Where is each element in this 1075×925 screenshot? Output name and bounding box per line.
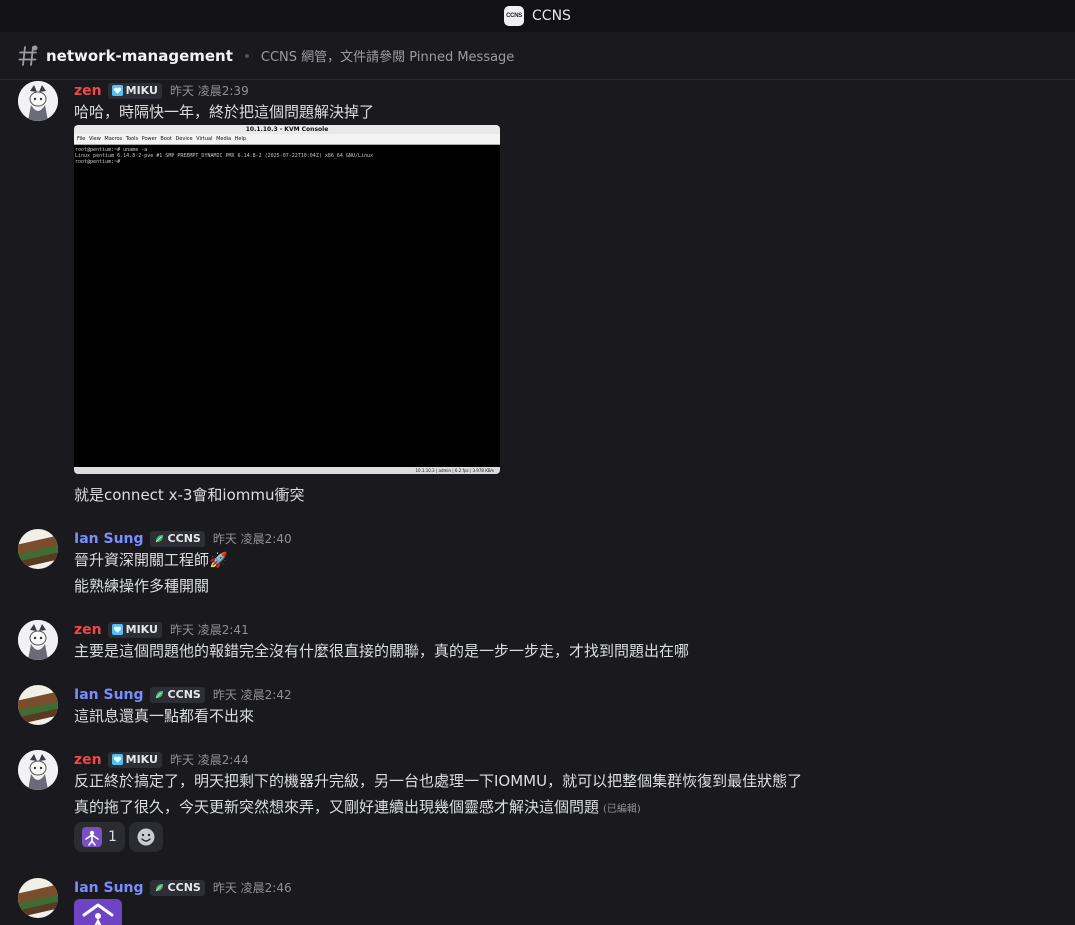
reaction-button[interactable]: 1 [74,822,125,852]
message-text: 能熟練操作多種開關 [74,577,210,595]
username[interactable]: zen [74,752,102,768]
channel-name[interactable]: network-management [46,47,233,65]
message-header: Ian Sung CCNS 昨天 凌晨2:46 [74,879,292,896]
avatar[interactable] [18,529,58,569]
leaf-tag-icon [155,534,163,543]
message-text: 哈哈，時隔快一年，終於把這個問題解決掉了 [74,103,375,121]
avatar[interactable] [18,750,58,790]
timestamp[interactable]: 昨天 凌晨2:46 [213,879,292,896]
username[interactable]: Ian Sung [74,531,144,547]
avatar-zen-icon [18,750,58,790]
server-name: CCNS [532,8,571,24]
reaction-count: 1 [108,829,117,845]
server-tag[interactable]: CCNS [149,686,205,703]
leaf-tag-icon [155,883,163,892]
message-header: zen MIKU 昨天 凌晨2:39 [74,82,249,99]
message-header: zen MIKU 昨天 凌晨2:41 [74,621,249,638]
timestamp[interactable]: 昨天 凌晨2:44 [170,751,249,768]
tag-label: MIKU [125,753,158,766]
kvm-status-bar: 10.1.10.3 | admin | 6.2 fps | 3.978 KB/s [74,467,500,474]
message-header: Ian Sung CCNS 昨天 凌晨2:42 [74,686,292,703]
hashtag-icon [18,45,38,66]
heart-tag-icon [111,85,123,96]
add-reaction-button[interactable] [128,822,163,852]
timestamp[interactable]: 昨天 凌晨2:39 [170,82,249,99]
username[interactable]: zen [74,622,102,638]
kvm-terminal: root@pentium:~# uname -a Linux pentium 6… [74,145,500,167]
avatar[interactable] [18,81,58,121]
server-tag[interactable]: MIKU [107,82,162,99]
heart-tag-icon [111,754,123,765]
terminal-line: root@pentium:~# [75,159,121,165]
message-text: 真的拖了很久，今天更新突然想來弄，又剛好連續出現幾個靈感才解決這個問題 (已編輯) [74,796,641,817]
avatar-zen-icon [18,81,58,121]
window-titlebar: CCNS CCNS [0,0,1075,32]
channel-topic[interactable]: CCNS 網管，文件請參閱 Pinned Message [261,46,514,65]
timestamp[interactable]: 昨天 凌晨2:41 [170,621,249,638]
kvm-menu-bar: File View Macros Tools Power Boot Device… [74,134,500,145]
separator-dot [244,53,249,58]
server-tag[interactable]: MIKU [107,751,162,768]
timestamp[interactable]: 昨天 凌晨2:42 [213,686,292,703]
username[interactable]: zen [74,83,102,99]
avatar[interactable] [18,620,58,660]
tag-label: CCNS [167,688,201,701]
kvm-window-title: 10.1.10.3 - KVM Console [74,125,500,134]
avatar-zen-icon [18,620,58,660]
server-logo-icon: CCNS [504,6,525,26]
sticker-icon [74,899,122,925]
tag-label: MIKU [125,623,158,636]
tag-label: MIKU [125,84,158,97]
leaf-tag-icon [155,690,163,699]
server-tag[interactable]: CCNS [149,879,205,896]
message-text: 主要是這個問題他的報錯完全沒有什麼很直接的關聯，真的是一步一步走，才找到問題出在… [74,642,690,660]
server-tag[interactable]: CCNS [149,530,205,547]
sticker-emoji[interactable] [74,899,122,925]
timestamp[interactable]: 昨天 凌晨2:40 [213,530,292,547]
message-text: 這訊息還真一點都看不出來 [74,707,255,725]
kvm-screenshot-attachment[interactable]: 10.1.10.3 - KVM Console File View Macros… [74,125,500,474]
message-list[interactable]: zen MIKU 昨天 凌晨2:39 哈哈，時隔快一年，終於把這個問題解決掉了 … [0,80,1075,925]
message-text: 就是connect x-3會和iommu衝突 [74,486,305,504]
username[interactable]: Ian Sung [74,687,144,703]
message-header: Ian Sung CCNS 昨天 凌晨2:40 [74,530,292,547]
edited-label: (已編輯) [603,804,641,815]
message-text-content: 真的拖了很久，今天更新突然想來弄，又剛好連續出現幾個靈感才解決這個問題 [74,798,600,816]
username[interactable]: Ian Sung [74,880,144,896]
message-header: zen MIKU 昨天 凌晨2:44 [74,751,249,768]
avatar[interactable] [18,878,58,918]
avatar-ian-icon [18,878,58,918]
server-tag[interactable]: MIKU [107,621,162,638]
tag-label: CCNS [167,881,201,894]
heart-tag-icon [111,624,123,635]
message-text: 反正終於搞定了，明天把剩下的機器升完級，另一台也處理一下IOMMU，就可以把整個… [74,772,803,790]
smiley-icon [137,828,155,846]
tag-label: CCNS [167,532,201,545]
avatar[interactable] [18,685,58,725]
channel-header: network-management CCNS 網管，文件請參閱 Pinned … [0,32,1075,80]
avatar-ian-icon [18,685,58,725]
message-text: 晉升資深開關工程師🚀 [74,551,228,569]
avatar-ian-icon [18,529,58,569]
custom-emoji-icon [82,827,102,847]
reactions-row: 1 [74,822,163,852]
